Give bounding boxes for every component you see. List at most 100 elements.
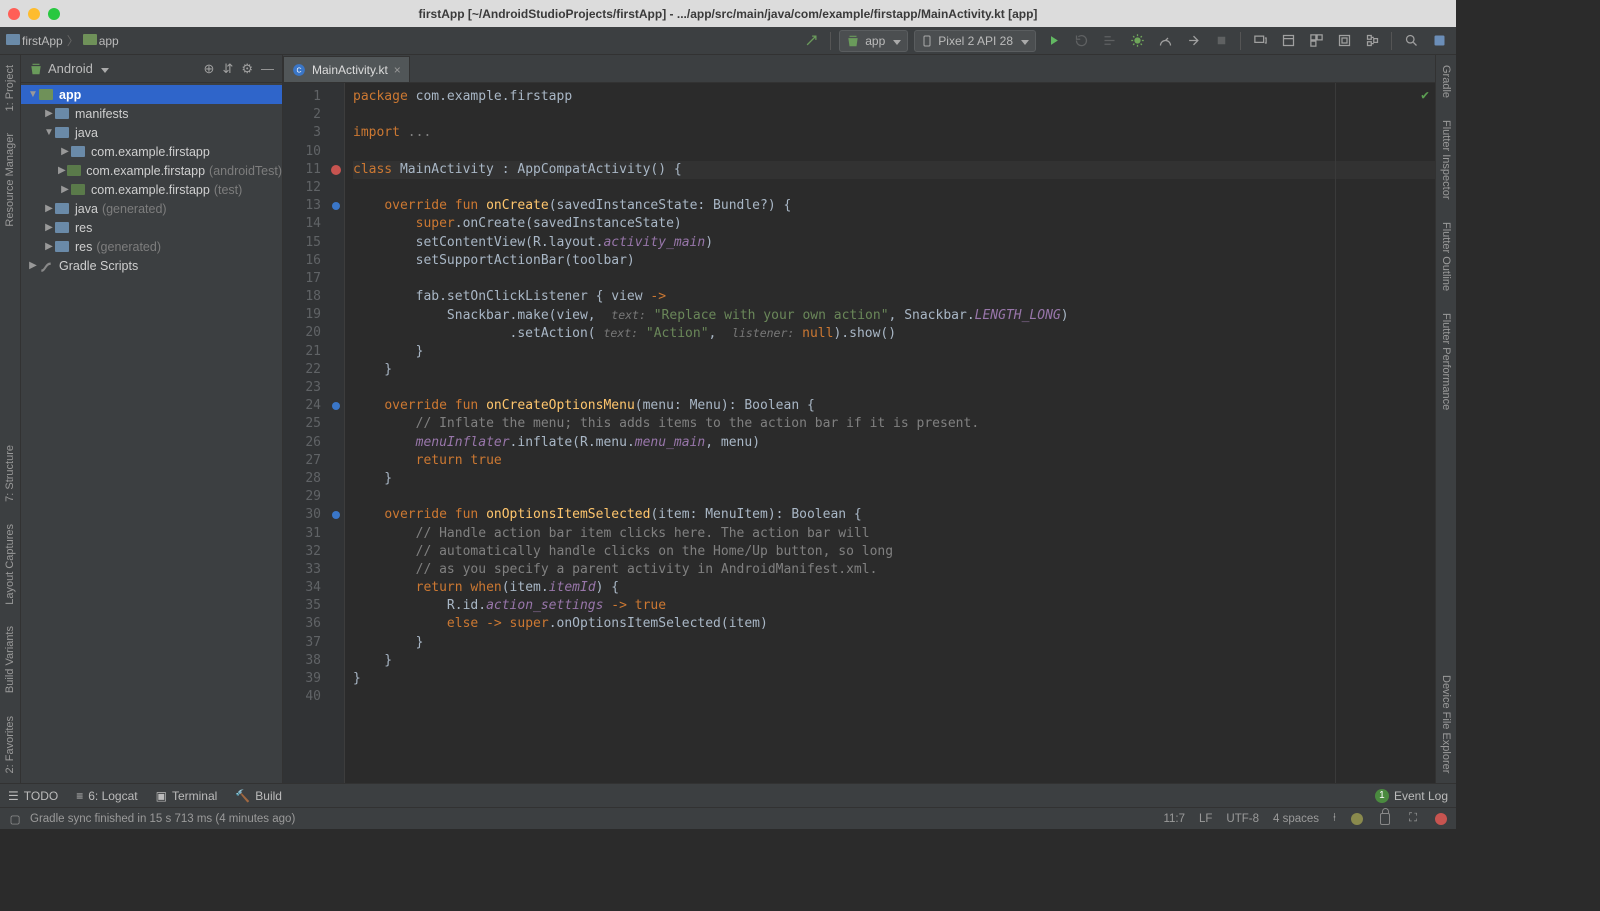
minimize-window-icon[interactable] — [28, 8, 40, 20]
collapse-all-icon[interactable]: ⇵ — [222, 61, 233, 77]
navigation-bar: firstApp 〉 app app Pixel 2 API 28 — [0, 27, 1456, 55]
sidebar-item-layout-captures[interactable]: Layout Captures — [4, 520, 16, 609]
project-tree[interactable]: ▼ app ▶ manifests ▼ java ▶ com.example.f… — [21, 83, 282, 277]
breadcrumb-root[interactable]: firstApp — [22, 34, 63, 48]
project-structure-icon[interactable] — [1361, 30, 1383, 52]
sidebar-item-structure[interactable]: 7: Structure — [4, 441, 16, 506]
tree-label: manifests — [75, 107, 129, 121]
sidebar-item-resource-manager[interactable]: Resource Manager — [4, 129, 16, 231]
main-area: 1: Project Resource Manager 7: Structure… — [0, 55, 1456, 783]
inspection-ok-icon[interactable]: ✔ — [1421, 87, 1429, 105]
tree-node-package-test[interactable]: ▶ com.example.firstapp (test) — [21, 180, 282, 199]
project-tool-window: Android ⊕ ⇵ ⚙ — ▼ app ▶ manifests ▼ — [21, 55, 283, 783]
window-title: firstApp [~/AndroidStudioProjects/firstA… — [0, 7, 1456, 21]
error-indicator-icon[interactable] — [1434, 812, 1448, 826]
bottom-tool-stripe: ☰TODO ≡6: Logcat ▣Terminal 🔨Build 1 Even… — [0, 783, 1456, 807]
git-branch-icon[interactable]: ⍿ — [1333, 812, 1336, 825]
apply-code-changes-icon[interactable] — [1098, 30, 1120, 52]
line-number-gutter[interactable]: 1231011121314151617181920212223242526272… — [283, 83, 327, 783]
locate-icon[interactable]: ⊕ — [204, 61, 215, 77]
search-everywhere-icon[interactable] — [1400, 30, 1422, 52]
sidebar-item-device-file-explorer[interactable]: Device File Explorer — [1440, 671, 1452, 777]
bottom-item-label: Event Log — [1394, 789, 1448, 803]
layout-inspector-icon[interactable] — [1333, 30, 1355, 52]
status-bar: ▢ Gradle sync finished in 15 s 713 ms (4… — [0, 807, 1456, 829]
breadcrumb[interactable]: firstApp 〉 app — [6, 32, 119, 49]
sdk-manager-icon[interactable] — [1277, 30, 1299, 52]
tree-node-package-androidtest[interactable]: ▶ com.example.firstapp (androidTest) — [21, 161, 282, 180]
close-tab-icon[interactable]: × — [394, 63, 401, 77]
line-separator[interactable]: LF — [1199, 813, 1212, 825]
apply-changes-restart-icon[interactable] — [1070, 30, 1092, 52]
tree-node-app[interactable]: ▼ app — [21, 85, 282, 104]
bottom-item-label: Build — [255, 789, 282, 803]
macos-titlebar: firstApp [~/AndroidStudioProjects/firstA… — [0, 0, 1456, 27]
run-button[interactable] — [1042, 30, 1064, 52]
bottom-item-label: Terminal — [172, 789, 217, 803]
gear-icon[interactable]: ⚙ — [241, 61, 253, 77]
tree-node-manifests[interactable]: ▶ manifests — [21, 104, 282, 123]
sidebar-item-flutter-outline[interactable]: Flutter Outline — [1440, 218, 1452, 295]
folder-icon — [6, 34, 20, 48]
right-tool-stripe: Gradle Flutter Inspector Flutter Outline… — [1435, 55, 1456, 783]
tree-node-java-generated[interactable]: ▶ java (generated) — [21, 199, 282, 218]
chevron-right-icon: 〉 — [67, 32, 79, 49]
bottom-item-logcat[interactable]: ≡6: Logcat — [76, 789, 137, 803]
sidebar-item-build-variants[interactable]: Build Variants — [4, 622, 16, 697]
editor-area: C MainActivity.kt × 12310111213141516171… — [283, 55, 1435, 783]
caret-position[interactable]: 11:7 — [1163, 813, 1185, 825]
run-config-combo[interactable]: app — [839, 30, 908, 52]
tree-node-res[interactable]: ▶ res — [21, 218, 282, 237]
close-window-icon[interactable] — [8, 8, 20, 20]
editor[interactable]: 1231011121314151617181920212223242526272… — [283, 83, 1435, 783]
tree-node-java[interactable]: ▼ java — [21, 123, 282, 142]
chevron-down-icon — [98, 61, 109, 76]
code-area[interactable]: package com.example.firstappimport ...cl… — [345, 83, 1435, 783]
tree-node-res-generated[interactable]: ▶ res (generated) — [21, 237, 282, 256]
sidebar-item-gradle[interactable]: Gradle — [1440, 61, 1452, 102]
sync-gradle-icon[interactable] — [800, 30, 822, 52]
tree-node-gradle-scripts[interactable]: ▶ Gradle Scripts — [21, 256, 282, 275]
separator — [830, 32, 831, 50]
toolbar-actions: app Pixel 2 API 28 — [800, 30, 1450, 52]
bottom-item-event-log[interactable]: 1 Event Log — [1375, 789, 1448, 803]
tree-node-package-main[interactable]: ▶ com.example.firstapp — [21, 142, 282, 161]
bottom-item-label: 6: Logcat — [88, 789, 137, 803]
memory-indicator-icon[interactable]: ⛶ — [1406, 812, 1420, 826]
lock-icon[interactable] — [1378, 812, 1392, 826]
tree-label: app — [59, 88, 81, 102]
avd-manager-icon[interactable] — [1249, 30, 1271, 52]
device-label: Pixel 2 API 28 — [938, 34, 1013, 48]
editor-icon-gutter[interactable] — [327, 83, 345, 783]
attach-debugger-icon[interactable] — [1182, 30, 1204, 52]
tree-label-suffix: (generated) — [102, 202, 167, 216]
profiler-icon[interactable] — [1154, 30, 1176, 52]
sidebar-item-flutter-inspector[interactable]: Flutter Inspector — [1440, 116, 1452, 203]
bottom-item-build[interactable]: 🔨Build — [235, 789, 282, 803]
tree-label-suffix: (test) — [214, 183, 242, 197]
tree-label: com.example.firstapp — [91, 183, 210, 197]
bottom-item-todo[interactable]: ☰TODO — [8, 789, 58, 803]
device-combo[interactable]: Pixel 2 API 28 — [914, 30, 1036, 52]
tab-mainactivity[interactable]: C MainActivity.kt × — [283, 56, 410, 82]
hector-icon[interactable] — [1350, 812, 1364, 826]
indent-settings[interactable]: 4 spaces — [1273, 813, 1319, 825]
debug-button[interactable] — [1126, 30, 1148, 52]
editor-tabs: C MainActivity.kt × — [283, 55, 1435, 83]
account-icon[interactable] — [1428, 30, 1450, 52]
folder-icon — [83, 34, 97, 48]
tab-label: MainActivity.kt — [312, 63, 388, 77]
stop-button[interactable] — [1210, 30, 1232, 52]
hide-panel-icon[interactable]: — — [261, 61, 274, 77]
sidebar-item-favorites[interactable]: 2: Favorites — [4, 712, 16, 777]
maximize-window-icon[interactable] — [48, 8, 60, 20]
bottom-item-terminal[interactable]: ▣Terminal — [156, 789, 218, 803]
tool-windows-toggle-icon[interactable]: ▢ — [8, 812, 22, 826]
run-config-label: app — [865, 34, 885, 48]
file-encoding[interactable]: UTF-8 — [1226, 813, 1259, 825]
project-view-mode[interactable]: Android — [29, 61, 109, 76]
resource-manager-icon[interactable] — [1305, 30, 1327, 52]
breadcrumb-module[interactable]: app — [99, 34, 119, 48]
sidebar-item-flutter-performance[interactable]: Flutter Performance — [1440, 309, 1452, 414]
sidebar-item-project[interactable]: 1: Project — [4, 61, 16, 115]
